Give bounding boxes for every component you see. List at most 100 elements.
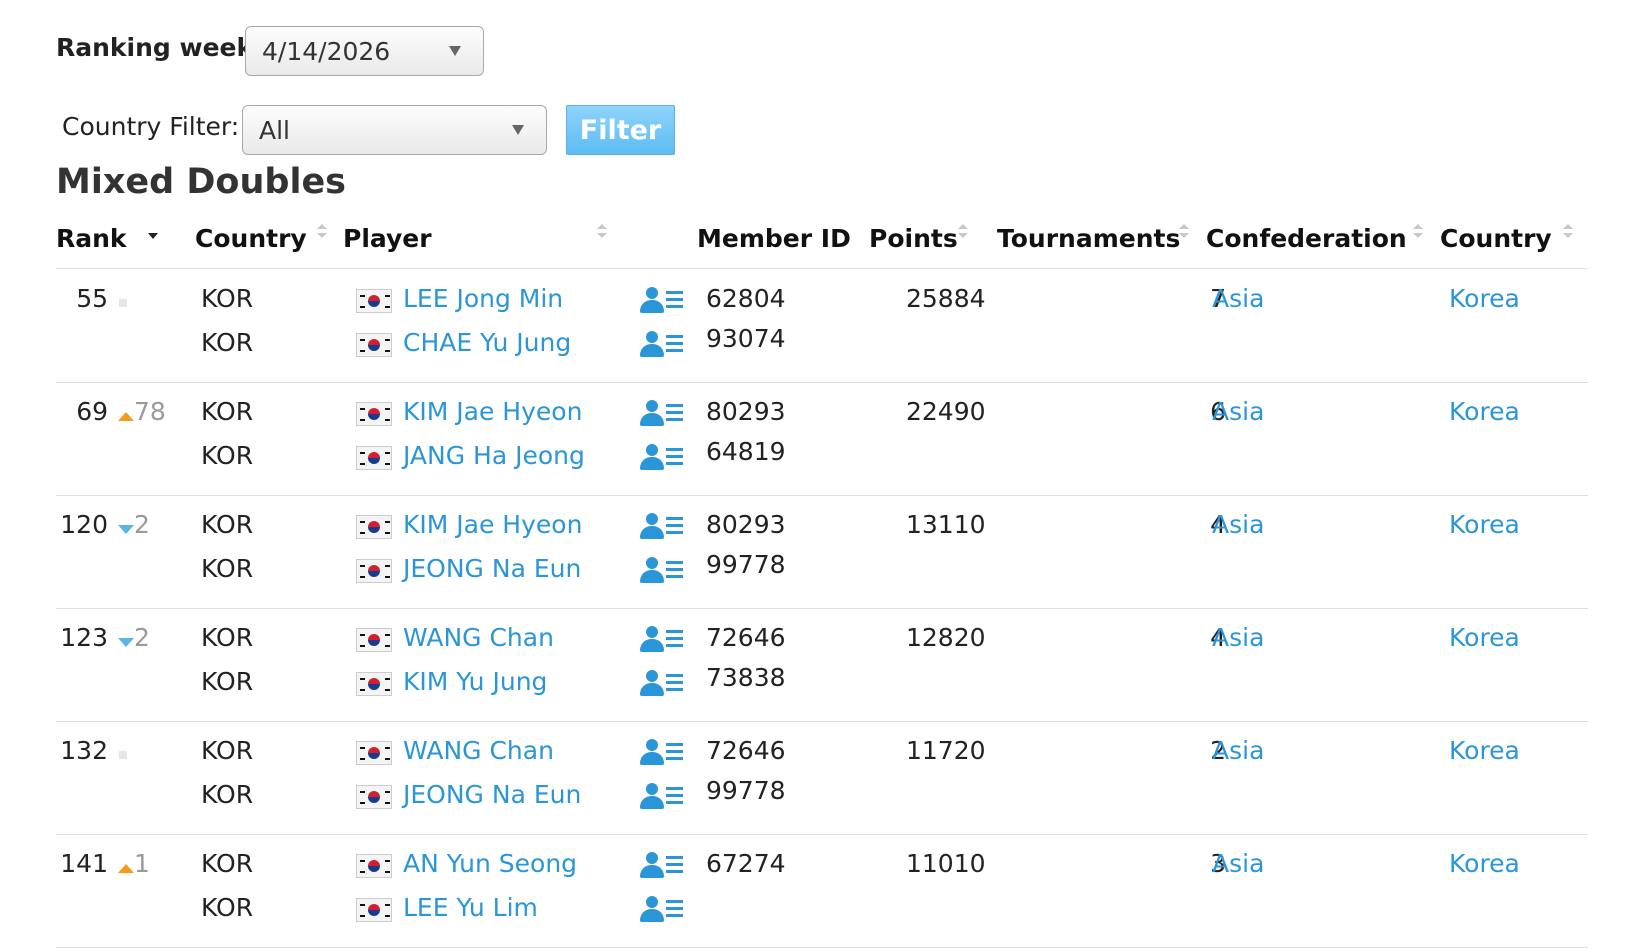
- table-row: 55 KOR KOR LEE Jong Min CHAE Yu Jung 628…: [56, 269, 1588, 383]
- player1-name-link[interactable]: LEE Jong Min: [403, 284, 563, 313]
- rank-unchanged-icon: [119, 299, 127, 307]
- player2-country-code: KOR: [201, 554, 254, 583]
- country-link[interactable]: Korea: [1449, 623, 1520, 652]
- points-value: 12820: [906, 623, 986, 652]
- player-profile-icon[interactable]: [638, 783, 684, 813]
- ranking-week-value: 4/14/2026: [262, 36, 391, 66]
- points-value: 22490: [906, 397, 986, 426]
- confederation-link[interactable]: Asia: [1212, 510, 1264, 539]
- rank-down-triangle-icon: [118, 638, 134, 647]
- sort-arrows-icon[interactable]: [597, 224, 607, 238]
- south-korea-flag-icon: [356, 628, 392, 652]
- filter-button[interactable]: Filter: [566, 105, 675, 155]
- south-korea-flag-icon: [356, 515, 392, 539]
- ranking-week-label: Ranking week:: [56, 33, 264, 62]
- column-header-points[interactable]: Points: [869, 224, 958, 253]
- player-profile-icon[interactable]: [638, 626, 684, 656]
- player1-member-id: 80293: [706, 397, 786, 426]
- column-header-country-name[interactable]: Country: [1440, 224, 1552, 253]
- column-header-country[interactable]: Country: [195, 224, 307, 253]
- south-korea-flag-icon: [356, 898, 392, 922]
- player1-member-id: 72646: [706, 736, 786, 765]
- column-header-player[interactable]: Player: [343, 224, 432, 253]
- player2-member-id: 99778: [706, 550, 786, 579]
- country-filter-label: Country Filter:: [62, 112, 240, 141]
- confederation-link[interactable]: Asia: [1212, 397, 1264, 426]
- player2-country-code: KOR: [201, 780, 254, 809]
- player-profile-icon[interactable]: [638, 287, 684, 317]
- column-header-tournaments[interactable]: Tournaments: [997, 224, 1180, 253]
- player1-name-link[interactable]: WANG Chan: [403, 623, 554, 652]
- player1-member-id: 80293: [706, 510, 786, 539]
- player-profile-icon[interactable]: [638, 331, 684, 361]
- country-link[interactable]: Korea: [1449, 849, 1520, 878]
- player-profile-icon[interactable]: [638, 896, 684, 926]
- column-header-rank[interactable]: Rank: [56, 224, 127, 253]
- rank-up-triangle-icon: [118, 864, 134, 873]
- country-link[interactable]: Korea: [1449, 397, 1520, 426]
- sort-arrows-icon[interactable]: [317, 224, 327, 238]
- rank-value: 120: [60, 510, 108, 539]
- player1-name-link[interactable]: AN Yun Seong: [403, 849, 577, 878]
- player2-name-link[interactable]: JANG Ha Jeong: [403, 441, 585, 470]
- player2-name-link[interactable]: LEE Yu Lim: [403, 893, 538, 922]
- rank-change-value: 1: [134, 849, 150, 878]
- player-profile-icon[interactable]: [638, 444, 684, 474]
- sort-arrows-icon[interactable]: [1413, 224, 1423, 238]
- confederation-link[interactable]: Asia: [1212, 284, 1264, 313]
- player-profile-icon[interactable]: [638, 739, 684, 769]
- player2-member-id: 99778: [706, 776, 786, 805]
- south-korea-flag-icon: [356, 854, 392, 878]
- country-link[interactable]: Korea: [1449, 510, 1520, 539]
- ranking-week-select[interactable]: 4/14/2026: [245, 26, 484, 76]
- sort-arrows-icon[interactable]: [1179, 224, 1189, 238]
- player2-member-id: 64819: [706, 437, 786, 466]
- player-profile-icon[interactable]: [638, 513, 684, 543]
- south-korea-flag-icon: [356, 402, 392, 426]
- player2-name-link[interactable]: CHAE Yu Jung: [403, 328, 571, 357]
- points-value: 25884: [906, 284, 986, 313]
- player-profile-icon[interactable]: [638, 400, 684, 430]
- player1-country-code: KOR: [201, 510, 254, 539]
- south-korea-flag-icon: [356, 333, 392, 357]
- confederation-link[interactable]: Asia: [1212, 623, 1264, 652]
- player1-name-link[interactable]: KIM Jae Hyeon: [403, 510, 582, 539]
- player2-member-id: 93074: [706, 324, 786, 353]
- rank-change-value: 78: [134, 397, 166, 426]
- confederation-link[interactable]: Asia: [1212, 849, 1264, 878]
- player1-name-link[interactable]: WANG Chan: [403, 736, 554, 765]
- player1-member-id: 62804: [706, 284, 786, 313]
- player2-name-link[interactable]: JEONG Na Eun: [403, 554, 581, 583]
- points-value: 11010: [906, 849, 986, 878]
- sort-arrows-icon[interactable]: [1563, 224, 1573, 238]
- rank-value: 55: [76, 284, 108, 313]
- south-korea-flag-icon: [356, 672, 392, 696]
- points-value: 13110: [906, 510, 986, 539]
- rank-unchanged-icon: [119, 751, 127, 759]
- rank-down-triangle-icon: [118, 525, 134, 534]
- table-row: 69 78 KOR KOR KIM Jae Hyeon JANG Ha Jeon…: [56, 382, 1588, 496]
- rank-value: 69: [76, 397, 108, 426]
- player-profile-icon[interactable]: [638, 852, 684, 882]
- country-filter-value: All: [259, 115, 290, 145]
- player1-name-link[interactable]: KIM Jae Hyeon: [403, 397, 582, 426]
- sort-desc-icon[interactable]: [148, 228, 158, 242]
- player2-member-id: 73838: [706, 663, 786, 692]
- player-profile-icon[interactable]: [638, 670, 684, 700]
- player-profile-icon[interactable]: [638, 557, 684, 587]
- country-filter-select[interactable]: All: [242, 105, 547, 155]
- player2-name-link[interactable]: KIM Yu Jung: [403, 667, 547, 696]
- sort-arrows-icon[interactable]: [958, 224, 968, 238]
- confederation-link[interactable]: Asia: [1212, 736, 1264, 765]
- player1-member-id: 72646: [706, 623, 786, 652]
- country-link[interactable]: Korea: [1449, 736, 1520, 765]
- chevron-down-icon: [449, 46, 461, 56]
- country-link[interactable]: Korea: [1449, 284, 1520, 313]
- south-korea-flag-icon: [356, 785, 392, 809]
- column-header-confederation[interactable]: Confederation: [1206, 224, 1407, 253]
- player1-country-code: KOR: [201, 284, 254, 313]
- player1-country-code: KOR: [201, 623, 254, 652]
- rank-change-value: 2: [134, 510, 150, 539]
- player2-country-code: KOR: [201, 893, 254, 922]
- player2-name-link[interactable]: JEONG Na Eun: [403, 780, 581, 809]
